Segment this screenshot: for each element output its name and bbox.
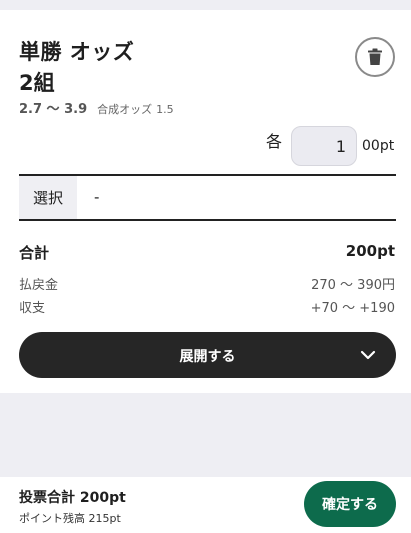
selection-value: - [94, 188, 100, 206]
trash-icon [368, 48, 382, 65]
divider [19, 219, 396, 221]
expand-button[interactable]: 展開する [19, 332, 396, 378]
top-strip [0, 0, 411, 10]
odds-range: 2.7 〜 3.9 [19, 102, 88, 117]
payout-value: 270 〜 390円 [311, 278, 395, 293]
selection-label: 選択 [19, 176, 77, 219]
each-label: 各 [266, 132, 283, 151]
payout-label: 払戻金 [19, 278, 59, 293]
confirm-button[interactable]: 確定する [304, 481, 396, 527]
bet-title: 単勝 オッズ [19, 40, 135, 64]
expand-label: 展開する [179, 349, 236, 365]
vote-total: 投票合計 200pt [19, 490, 126, 506]
balance-value: +70 〜 +190 [310, 301, 395, 316]
bet-card: 単勝 オッズ 2組 2.7 〜 3.9 合成オッズ 1.5 各 00pt 選択 … [0, 10, 411, 393]
stake-quantity-input[interactable] [291, 126, 357, 166]
total-value: 200pt [345, 242, 395, 260]
delete-button[interactable] [355, 37, 395, 77]
composite-odds-label: 合成オッズ [97, 103, 153, 116]
odds-line: 2.7 〜 3.9 合成オッズ 1.5 [19, 98, 174, 117]
chevron-down-icon [360, 350, 376, 360]
points-balance: ポイント残高 215pt [19, 512, 121, 525]
footer-bar: 投票合計 200pt ポイント残高 215pt 確定する [0, 477, 411, 533]
stake-unit: 00pt [362, 138, 395, 154]
bet-count: 2組 [19, 71, 55, 95]
composite-odds-value: 1.5 [156, 103, 174, 116]
total-label: 合計 [19, 244, 50, 262]
balance-label: 収支 [19, 301, 46, 316]
